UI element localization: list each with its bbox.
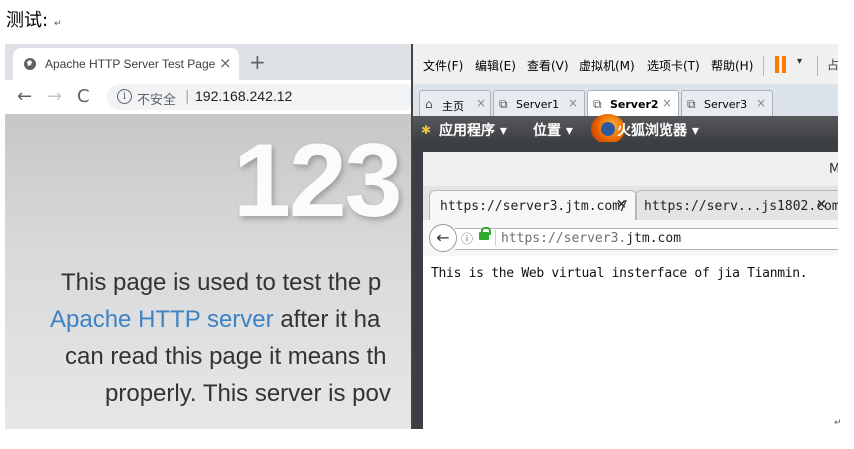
places-menu[interactable]: 位置 ▾ [533,120,573,140]
vm-tab-bar: ⌂ 主页 × ⧉ Server1 × ⧉ Server2 × ⧉ Server3… [413,84,838,118]
paragraph-line: can read this page it means th [65,343,387,370]
info-icon[interactable]: ⓘ [461,230,473,247]
gnome-top-panel: ✱ 应用程序 ▾ 位置 ▾ 火狐浏览器 ▾ [413,114,838,144]
page-big-heading: 123 [233,123,403,239]
menu-tabs[interactable]: 选项卡(T) [647,57,700,74]
document-heading: 测试: ↵ [6,6,62,32]
lock-icon[interactable] [479,232,489,240]
apache-test-page: 123 This page is used to test the p Apac… [5,114,413,429]
back-button[interactable]: ← [17,86,32,107]
firefox-tab-close-icon[interactable]: × [616,197,627,212]
paragraph-mark-icon: ↵ [834,418,842,428]
vm-tab-close-icon[interactable]: × [568,96,578,110]
vm-tab-label: Server3 [704,98,748,111]
firefox-back-button[interactable]: ← [429,224,457,252]
vm-menubar: 文件(F) 编辑(E) 查看(V) 虚拟机(M) 选项卡(T) 帮助(H) ▾ … [413,44,838,84]
vm-tab-home[interactable]: ⌂ 主页 × [419,90,491,117]
vm-tab-server2[interactable]: ⧉ Server2 × [587,90,679,118]
vm-tab-server3[interactable]: ⧉ Server3 × [681,90,773,117]
pause-dropdown-icon[interactable]: ▾ [797,56,802,67]
paragraph-mark-icon: ↵ [54,19,62,29]
document-heading-text: 测试: [6,10,49,31]
address-separator: | [185,89,190,104]
paragraph-line-text: after it ha [280,306,381,333]
vm-tab-close-icon[interactable]: × [756,96,766,110]
menu-divider [763,56,764,76]
security-label: 不安全 [137,93,177,108]
firefox-tab-strip: https://server3.jtm.com/ × https://serv.… [423,186,838,221]
firefox-titlebar: M [423,152,838,186]
home-icon: ⌂ [425,97,433,111]
vm-icon: ⧉ [593,97,602,111]
url-domain: jtm.com [626,231,682,246]
menu-view[interactable]: 查看(V) [527,57,569,74]
menu-file[interactable]: 文件(F) [423,57,463,74]
address-url[interactable]: 192.168.242.12 [195,88,292,104]
menu-edit[interactable]: 编辑(E) [475,57,516,74]
vm-tab-server1[interactable]: ⧉ Server1 × [493,90,585,117]
url-prefix: https://server3. [501,231,627,246]
chrome-tab[interactable]: Apache HTTP Server Test Page × [13,48,239,80]
firefox-tab-label: https://server3.jtm.com/ [440,199,628,214]
new-tab-button[interactable]: + [249,50,266,74]
firefox-tab-close-icon[interactable]: × [816,197,827,212]
chrome-tab-strip: Apache HTTP Server Test Page × + [5,44,413,80]
vm-tab-label: 主页 [442,100,464,113]
firefox-tab-active[interactable]: https://server3.jtm.com/ × [429,190,637,221]
menu-divider [817,56,818,76]
applications-menu[interactable]: 应用程序 ▾ [439,120,507,140]
chrome-browser-screenshot: Apache HTTP Server Test Page × + ← → C i… [5,44,413,429]
applications-icon: ✱ [421,123,432,137]
firefox-url-bar[interactable]: ⓘ https://server3.jtm.com [455,227,838,250]
firefox-page-content: This is the Web virtual insterface of ji… [423,256,838,429]
pause-icon[interactable] [775,56,787,73]
firefox-tab-label: https://serv...js1802.com/ [644,199,838,214]
paragraph-line: Apache HTTP server after it ha [50,301,380,338]
vm-icon: ⧉ [687,97,696,111]
firefox-url[interactable]: https://server3.jtm.com [501,231,681,246]
chrome-tab-title: Apache HTTP Server Test Page [45,57,215,71]
firefox-nav-bar: ⓘ https://server3.jtm.com ← [423,220,838,257]
vm-tab-label: Server2 [610,98,659,111]
vm-tab-close-icon[interactable]: × [662,96,672,110]
apache-link[interactable]: Apache HTTP server [50,306,274,333]
paragraph-line: properly. This server is pov [105,380,391,407]
reload-button[interactable]: C [77,86,90,107]
firefox-menu[interactable]: 火狐浏览器 ▾ [617,120,699,140]
forward-button[interactable]: → [47,86,62,107]
url-separator [495,230,496,246]
vm-icon: ⧉ [499,97,508,111]
chrome-tab-close-icon[interactable]: × [219,54,232,72]
globe-icon [24,58,36,70]
firefox-tab[interactable]: https://serv...js1802.com/ × [635,190,838,221]
chrome-toolbar: ← → C i 不安全 | 192.168.242.12 [5,80,413,114]
firefox-window: M https://server3.jtm.com/ × https://ser… [423,152,838,429]
vm-tab-close-icon[interactable]: × [476,96,486,110]
menu-vm[interactable]: 虚拟机(M) [579,57,635,74]
info-icon[interactable]: i [117,89,132,104]
vm-tab-label: Server1 [516,98,560,111]
vm-desktop: M https://server3.jtm.com/ × https://ser… [413,142,838,429]
page-body-text: This is the Web virtual insterface of ji… [431,266,808,281]
vmware-window-screenshot: 文件(F) 编辑(E) 查看(V) 虚拟机(M) 选项卡(T) 帮助(H) ▾ … [411,44,838,429]
paragraph-line: This page is used to test the p [61,269,382,296]
menu-help[interactable]: 帮助(H) [711,57,753,74]
address-bar[interactable]: i 不安全 | 192.168.242.12 [107,84,413,110]
toolbar-overflow-icon[interactable]: 占 [827,56,838,73]
firefox-title-text: M [829,162,838,177]
